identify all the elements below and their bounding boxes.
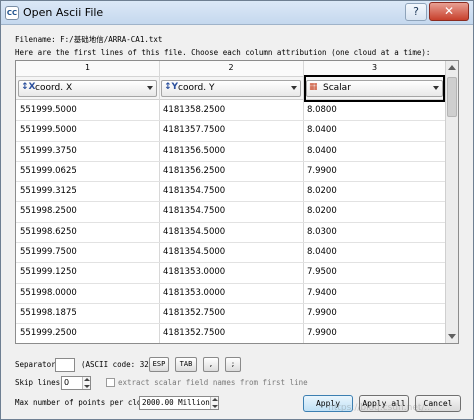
open-ascii-dialog: CC Open Ascii File ? ✕ Filename: F:/基础地信… — [0, 0, 474, 420]
app-icon: CC — [5, 6, 19, 20]
table-row: 551999.7500 4181354.5000 8.0400 — [16, 243, 446, 264]
scroll-thumb[interactable] — [447, 77, 457, 117]
vertical-scrollbar[interactable] — [445, 61, 458, 343]
table-row: 551999.0625 4181356.2500 7.9900 — [16, 162, 446, 183]
table-cell: 8.0200 — [307, 206, 337, 217]
chevron-down-icon — [291, 86, 297, 90]
semicolon-button[interactable]: ; — [225, 357, 241, 372]
max-points-spinbox[interactable]: 2000.00 Million — [139, 396, 219, 410]
table-cell: 4181357.7500 — [163, 125, 226, 136]
table-row: 551999.3750 4181356.5000 8.0400 — [16, 142, 446, 162]
table-cell: 551999.5000 — [20, 125, 77, 136]
tab-button[interactable]: TAB — [175, 357, 197, 372]
table-cell: 4181358.2500 — [163, 105, 226, 115]
extract-names-label: extract scalar field names from first li… — [118, 378, 308, 387]
table-cell: 8.0400 — [307, 145, 337, 156]
skip-lines-label: Skip lines — [15, 378, 61, 387]
table-cell: 7.9400 — [307, 287, 337, 298]
table-row: 551999.2500 4181352.7500 7.9900 — [16, 324, 446, 343]
window-title: Open Ascii File — [23, 6, 104, 19]
table-cell: 7.9900 — [307, 307, 337, 318]
preview-table: 1 2 3 ↕X coord. X ↕Y coord. Y ▦ Scalar 5… — [15, 60, 459, 344]
column-number: 3 — [371, 63, 378, 72]
separator-input[interactable] — [55, 358, 75, 372]
table-row: 551998.2500 4181354.7500 8.0200 — [16, 202, 446, 223]
max-points-label: Max number of points per cloud — [15, 398, 151, 407]
table-row: 551998.6250 4181354.5000 8.0300 — [16, 223, 446, 244]
table-cell: 8.0300 — [307, 226, 337, 237]
filename-path: F:/基础地信/ARRA-CA1.txt — [60, 35, 163, 44]
spin-arrows-icon[interactable] — [82, 377, 90, 389]
title-bar[interactable]: CC Open Ascii File ? ✕ — [1, 1, 473, 25]
column-type-select-1[interactable]: ↕X coord. X — [18, 80, 157, 97]
table-cell: 4181353.0000 — [163, 287, 226, 298]
table-cell: 551999.3750 — [20, 145, 77, 156]
table-cell: 4181354.5000 — [163, 226, 226, 237]
help-button[interactable]: ? — [405, 3, 427, 21]
scalar-highlight-box — [304, 75, 445, 102]
table-cell: 551998.1875 — [20, 307, 77, 318]
table-row: 551999.5000 4181357.7500 8.0400 — [16, 121, 446, 142]
table-cell: 4181354.5000 — [163, 247, 226, 258]
coordinate-icon: ↕Y — [164, 82, 179, 92]
column-type-select-2[interactable]: ↕Y coord. Y — [161, 80, 301, 97]
comma-button[interactable]: , — [203, 357, 219, 372]
table-row: 551999.5000 4181358.2500 8.0800 — [16, 101, 446, 122]
separator-label: Separator — [15, 360, 56, 369]
ascii-code-label: (ASCII code: 32) — [81, 360, 154, 369]
table-cell: 8.0800 — [307, 105, 337, 115]
watermark-text: https://blog.csdn.net/... — [328, 403, 433, 413]
column-number: 2 — [228, 63, 234, 72]
spin-arrows-icon[interactable] — [210, 397, 218, 409]
table-cell: 8.0400 — [307, 247, 337, 258]
table-body: 551999.5000 4181358.2500 8.0800 551999.5000… — [16, 101, 446, 343]
table-row: 551999.1250 4181353.0000 7.9500 — [16, 263, 446, 284]
table-cell: 551999.0625 — [20, 165, 77, 176]
instructions-text: Here are the first lines of this file. C… — [15, 48, 431, 57]
table-cell: 4181354.7500 — [163, 186, 226, 197]
max-points-value: 2000.00 Million — [142, 398, 210, 407]
filename-label: Filename: — [15, 35, 56, 44]
chevron-down-icon — [147, 86, 153, 90]
table-cell: 4181354.7500 — [163, 206, 226, 217]
table-cell: 4181352.7500 — [163, 307, 226, 318]
close-button[interactable]: ✕ — [429, 2, 469, 21]
table-cell: 4181353.0000 — [163, 267, 226, 278]
scroll-down-icon[interactable] — [448, 334, 456, 339]
table-cell: 4181356.2500 — [163, 165, 226, 176]
table-cell: 7.9500 — [307, 267, 337, 278]
scroll-up-icon[interactable] — [448, 65, 456, 70]
table-cell: 551999.1250 — [20, 267, 77, 278]
table-cell: 4181356.5000 — [163, 145, 226, 156]
table-cell: 551999.2500 — [20, 328, 77, 339]
table-cell: 4181352.7500 — [163, 328, 226, 339]
table-cell: 7.9900 — [307, 165, 337, 176]
table-row: 551998.1875 4181352.7500 7.9900 — [16, 304, 446, 325]
table-cell: 551999.7500 — [20, 247, 77, 258]
table-cell: 551999.5000 — [20, 105, 77, 115]
table-cell: 8.0400 — [307, 125, 337, 136]
column-number: 1 — [84, 63, 91, 72]
table-row: 551999.3125 4181354.7500 8.0200 — [16, 182, 446, 203]
table-cell: 551998.2500 — [20, 206, 77, 217]
table-cell: 8.0200 — [307, 186, 337, 197]
table-cell: 7.9900 — [307, 328, 337, 339]
esp-button[interactable]: ESP — [149, 357, 169, 372]
filename-row: Filename: F:/基础地信/ARRA-CA1.txt — [15, 34, 162, 45]
table-row: 551998.0000 4181353.0000 7.9400 — [16, 284, 446, 304]
skip-lines-spinbox[interactable]: 0 — [61, 376, 91, 390]
extract-names-checkbox[interactable] — [106, 378, 115, 387]
table-cell: 551999.3125 — [20, 186, 77, 197]
table-cell: 551998.6250 — [20, 226, 77, 237]
skip-lines-value: 0 — [64, 378, 70, 387]
table-cell: 551998.0000 — [20, 287, 77, 298]
coordinate-icon: ↕X — [21, 82, 36, 92]
